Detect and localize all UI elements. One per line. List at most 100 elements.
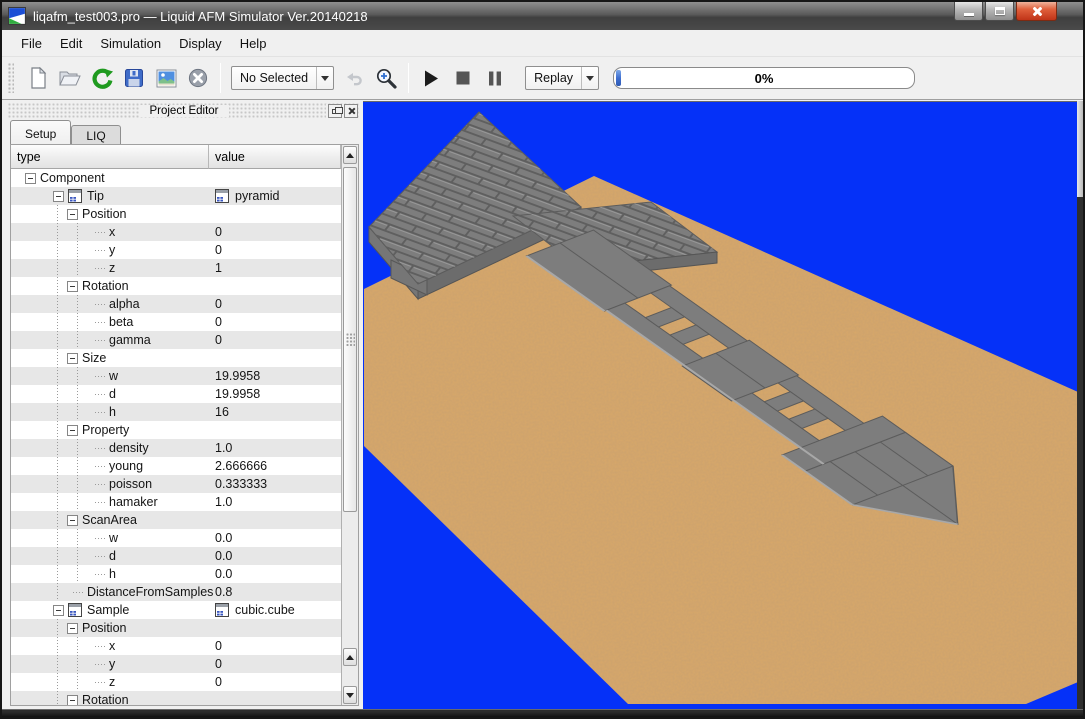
tree-row[interactable]: Rotation bbox=[11, 277, 341, 295]
tree-expander[interactable] bbox=[67, 515, 78, 526]
value-icon bbox=[215, 189, 229, 203]
title-bar[interactable]: liqafm_test003.pro — Liquid AFM Simulato… bbox=[2, 2, 1083, 30]
tree-row[interactable]: density 1.0 bbox=[11, 439, 341, 457]
tree-row[interactable]: x 0 bbox=[11, 637, 341, 655]
maximize-button[interactable] bbox=[985, 2, 1014, 21]
tree-row[interactable]: w 0.0 bbox=[11, 529, 341, 547]
undo-button[interactable] bbox=[339, 63, 369, 93]
open-project-button[interactable] bbox=[55, 63, 85, 93]
image-export-button[interactable] bbox=[151, 63, 181, 93]
tree-row[interactable]: h 0.0 bbox=[11, 565, 341, 583]
menu-display[interactable]: Display bbox=[170, 32, 231, 55]
tree-row[interactable]: d 0.0 bbox=[11, 547, 341, 565]
tree-branch bbox=[95, 556, 105, 557]
tree-row[interactable]: Property bbox=[11, 421, 341, 439]
tree-label: beta bbox=[109, 315, 133, 329]
tree-value: 19.9958 bbox=[215, 387, 260, 401]
tree-branch bbox=[95, 232, 105, 233]
toolbar-drag-handle[interactable] bbox=[8, 63, 14, 93]
tree-expander[interactable] bbox=[67, 695, 78, 706]
tab-setup[interactable]: Setup bbox=[10, 120, 71, 144]
refresh-button[interactable] bbox=[87, 63, 117, 93]
tree-row[interactable]: gamma 0 bbox=[11, 331, 341, 349]
save-button[interactable] bbox=[119, 63, 149, 93]
tree-value: pyramid bbox=[235, 189, 279, 203]
dock-close-button[interactable] bbox=[344, 104, 358, 118]
play-button[interactable] bbox=[416, 63, 446, 93]
tree-row[interactable]: h 16 bbox=[11, 403, 341, 421]
tree-row[interactable]: z 1 bbox=[11, 259, 341, 277]
menu-help[interactable]: Help bbox=[231, 32, 276, 55]
combo-arrow[interactable] bbox=[581, 67, 598, 89]
tree-expander[interactable] bbox=[67, 209, 78, 220]
3d-viewport[interactable] bbox=[363, 101, 1078, 709]
tree-branch bbox=[95, 394, 105, 395]
tree-value: 19.9958 bbox=[215, 369, 260, 383]
menu-simulation[interactable]: Simulation bbox=[91, 32, 170, 55]
tree-expander[interactable] bbox=[53, 191, 64, 202]
tree-row[interactable]: w 19.9958 bbox=[11, 367, 341, 385]
tree-row[interactable]: Tip pyramid bbox=[11, 187, 341, 205]
tree-row[interactable]: x 0 bbox=[11, 223, 341, 241]
tree-row[interactable]: alpha 0 bbox=[11, 295, 341, 313]
replay-combo[interactable]: Replay bbox=[525, 66, 599, 90]
tree-indent bbox=[11, 448, 95, 449]
tree-expander[interactable] bbox=[67, 281, 78, 292]
tab-liq[interactable]: LIQ bbox=[71, 125, 120, 144]
tree-row[interactable]: young 2.666666 bbox=[11, 457, 341, 475]
tree-value: 0.333333 bbox=[215, 477, 267, 491]
tree-row[interactable]: poisson 0.333333 bbox=[11, 475, 341, 493]
tree-row[interactable]: Position bbox=[11, 619, 341, 637]
scroll-down-button[interactable] bbox=[343, 686, 357, 704]
cancel-button[interactable] bbox=[183, 63, 213, 93]
3d-scene[interactable] bbox=[363, 102, 1078, 709]
column-header-type[interactable]: type bbox=[11, 145, 209, 169]
tree-label: y bbox=[109, 243, 115, 257]
tree-row[interactable]: DistanceFromSamples 0.8 bbox=[11, 583, 341, 601]
selection-combo[interactable]: No Selected bbox=[231, 66, 334, 90]
tree-expander[interactable] bbox=[53, 605, 64, 616]
tree-expander[interactable] bbox=[67, 425, 78, 436]
tree-expander[interactable] bbox=[67, 623, 78, 634]
tree-row[interactable]: hamaker 1.0 bbox=[11, 493, 341, 511]
tree-value: 0 bbox=[215, 333, 222, 347]
tree-label: x bbox=[109, 225, 115, 239]
tree-row[interactable]: Size bbox=[11, 349, 341, 367]
dock-title-bar[interactable]: Project Editor bbox=[8, 103, 360, 119]
tree-row[interactable]: y 0 bbox=[11, 241, 341, 259]
vertical-scrollbar[interactable] bbox=[341, 145, 358, 705]
tree-expander[interactable] bbox=[67, 353, 78, 364]
scroll-up-button-2[interactable] bbox=[343, 648, 357, 666]
tree-row[interactable]: Rotation bbox=[11, 691, 341, 705]
column-header-value[interactable]: value bbox=[209, 145, 341, 169]
close-button[interactable] bbox=[1016, 2, 1057, 21]
menu-file[interactable]: File bbox=[12, 32, 51, 55]
menu-edit[interactable]: Edit bbox=[51, 32, 91, 55]
tree-row[interactable]: d 19.9958 bbox=[11, 385, 341, 403]
minimize-button[interactable] bbox=[954, 2, 983, 21]
tree-row[interactable]: ScanArea bbox=[11, 511, 341, 529]
play-icon bbox=[424, 70, 439, 87]
zoom-in-button[interactable] bbox=[371, 63, 401, 93]
thumb-grip bbox=[346, 333, 355, 347]
dock-float-button[interactable] bbox=[328, 104, 342, 118]
tree-value: 0 bbox=[215, 225, 222, 239]
new-document-button[interactable] bbox=[23, 63, 53, 93]
minimize-icon bbox=[964, 13, 974, 16]
tree-indent bbox=[11, 412, 95, 413]
tree-label: Position bbox=[82, 207, 126, 221]
scrollbar-thumb[interactable] bbox=[343, 167, 357, 512]
tree-expander[interactable] bbox=[25, 173, 36, 184]
tree-indent bbox=[11, 592, 73, 593]
scroll-up-button[interactable] bbox=[343, 146, 357, 164]
stop-button[interactable] bbox=[448, 63, 478, 93]
tree-row[interactable]: z 0 bbox=[11, 673, 341, 691]
combo-arrow[interactable] bbox=[316, 67, 333, 89]
pause-button[interactable] bbox=[480, 63, 510, 93]
tree-row[interactable]: Position bbox=[11, 205, 341, 223]
tree-row[interactable]: beta 0 bbox=[11, 313, 341, 331]
tree-row[interactable]: Sample cubic.cube bbox=[11, 601, 341, 619]
tree-branch bbox=[73, 592, 83, 593]
tree-row[interactable]: y 0 bbox=[11, 655, 341, 673]
tree-row[interactable]: Component bbox=[11, 169, 341, 187]
